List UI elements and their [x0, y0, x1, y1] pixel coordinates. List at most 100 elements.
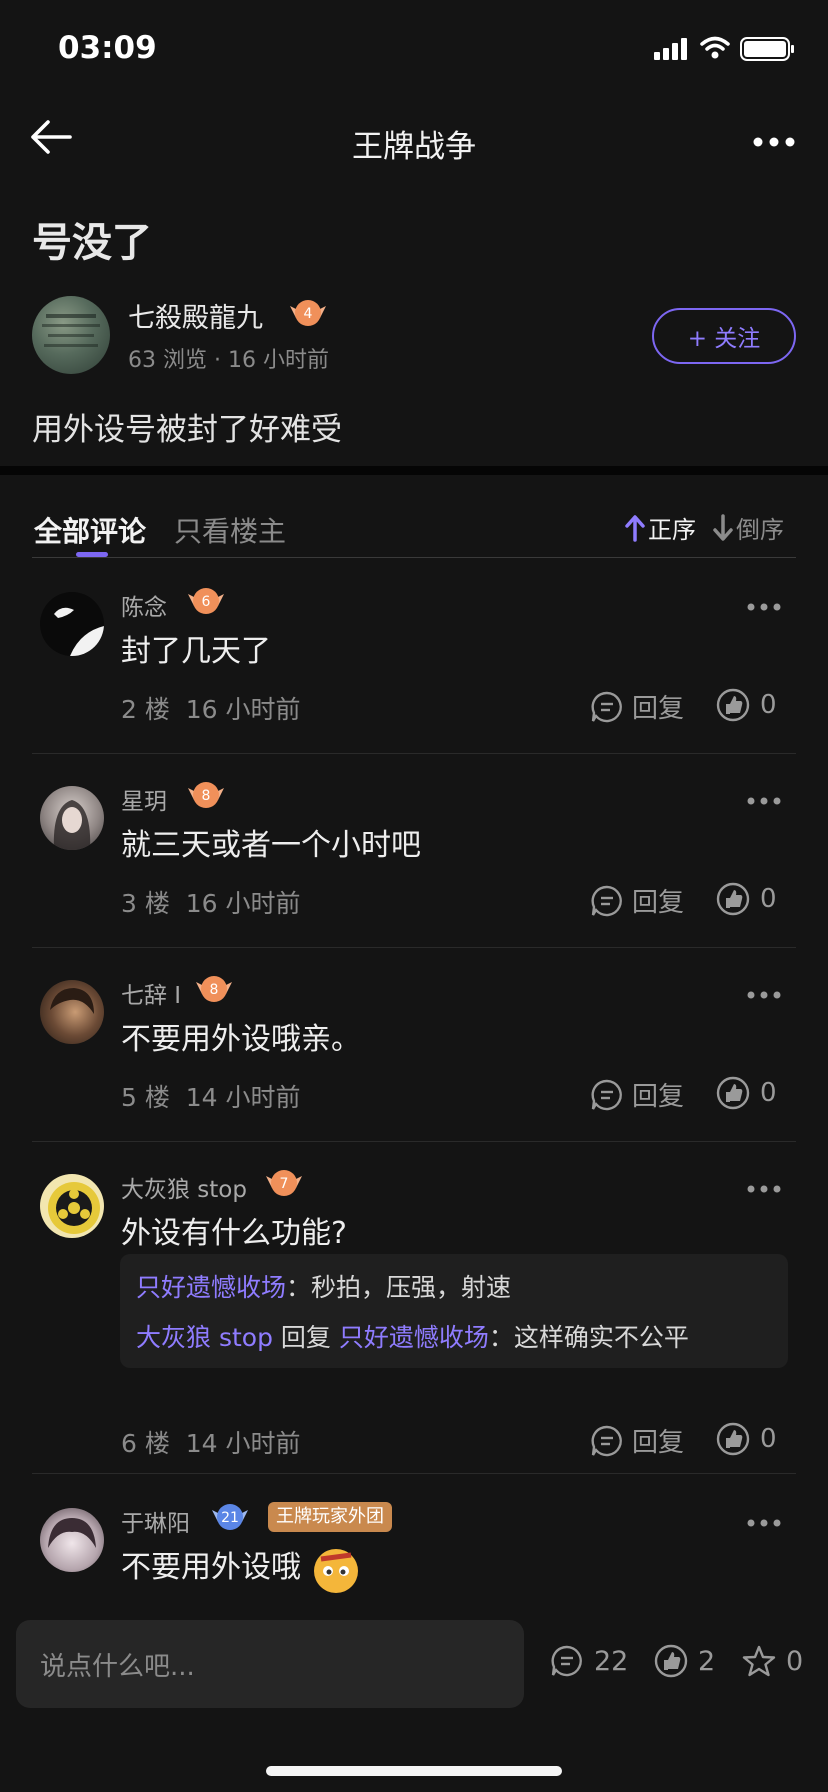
comment-icon	[551, 1645, 582, 1677]
star-icon	[742, 1645, 776, 1677]
commenter-avatar[interactable]	[40, 592, 104, 656]
home-indicator[interactable]	[266, 1766, 562, 1776]
commenter-name[interactable]: 星玥	[121, 782, 167, 816]
post-time: 16 小时前	[228, 348, 329, 373]
arrow-down-icon	[713, 513, 733, 541]
like-button[interactable]: 0	[716, 1422, 777, 1456]
comment-more-icon[interactable]	[746, 1518, 782, 1528]
reply-verb: 回复	[280, 1323, 331, 1352]
reply-button[interactable]: 回复	[590, 882, 684, 919]
group-tag: 王牌玩家外团	[268, 1502, 392, 1532]
more-options-icon[interactable]	[752, 136, 796, 148]
comment-more-icon[interactable]	[746, 796, 782, 806]
sort-desc-label: 倒序	[736, 516, 784, 544]
level-badge: 21	[208, 1500, 252, 1538]
svg-text:4: 4	[304, 306, 313, 322]
post-title: 号没了	[32, 220, 152, 266]
commenter-name[interactable]: 七辞 I	[121, 976, 181, 1010]
floor-number: 5 楼	[121, 1083, 170, 1112]
thumbs-up-icon	[716, 688, 750, 722]
comment-text: 不要用外设哦亲。	[121, 1022, 361, 1057]
svg-text:8: 8	[202, 788, 211, 804]
author-avatar[interactable]	[32, 296, 110, 374]
view-count: 63 浏览	[128, 348, 207, 373]
like-button[interactable]: 0	[716, 1076, 777, 1110]
reply-colon: ：	[488, 1323, 514, 1352]
reply-user[interactable]: 只好遗憾收场	[136, 1273, 286, 1302]
level-badge: 8	[184, 778, 228, 816]
section-divider	[0, 466, 828, 475]
commenter-name[interactable]: 于琳阳	[121, 1504, 190, 1538]
tab-owner-only[interactable]: 只看楼主	[174, 510, 286, 550]
reply-icon	[591, 885, 622, 916]
likes-count-button[interactable]: 2	[654, 1644, 715, 1678]
level-badge: 8	[192, 972, 236, 1010]
tab-all-comments[interactable]: 全部评论	[34, 510, 146, 550]
like-button[interactable]: 0	[716, 882, 777, 916]
stars-count: 0	[786, 1645, 804, 1677]
reply-user[interactable]: 大灰狼 stop	[136, 1323, 273, 1352]
commenter-avatar[interactable]	[40, 980, 104, 1044]
sort-asc-label: 正序	[648, 516, 696, 544]
comment-input[interactable]: 说点什么吧...	[16, 1620, 524, 1708]
post-meta: 63 浏览 · 16 小时前	[128, 342, 329, 374]
comment-more-icon[interactable]	[746, 602, 782, 612]
reply-label: 回复	[632, 888, 685, 918]
comment-item: 星玥 8 就三天或者一个小时吧 3 楼 16 小时前 回复 0	[0, 752, 828, 948]
arrow-up-icon	[625, 514, 645, 542]
sub-replies-box[interactable]: 只好遗憾收场：秒拍，压强，射速 大灰狼 stop 回复 只好遗憾收场：这样确实不…	[120, 1254, 788, 1368]
commenter-avatar[interactable]	[40, 786, 104, 850]
like-button[interactable]: 0	[716, 688, 777, 722]
post-body: 用外设号被封了好难受	[32, 412, 342, 448]
comment-item: 于琳阳 21 王牌玩家外团 不要用外设哦	[0, 1474, 828, 1600]
comments-count: 22	[594, 1645, 629, 1677]
svg-text:8: 8	[210, 982, 219, 998]
thumbs-up-icon	[716, 1422, 750, 1456]
floor-number: 3 楼	[121, 889, 170, 918]
commenter-avatar[interactable]	[40, 1174, 104, 1238]
svg-text:6: 6	[202, 594, 211, 610]
comment-text-content: 不要用外设哦	[121, 1550, 301, 1585]
thumbs-up-icon	[716, 1076, 750, 1110]
author-level-badge: 4	[286, 296, 330, 334]
reply-label: 回复	[632, 1428, 685, 1458]
comment-more-icon[interactable]	[746, 990, 782, 1000]
comment-floor-time: 6 楼 14 小时前	[121, 1424, 301, 1460]
floor-number: 6 楼	[121, 1429, 170, 1458]
commenter-name[interactable]: 大灰狼 stop	[121, 1170, 247, 1204]
comment-item: 大灰狼 stop 7 外设有什么功能? 只好遗憾收场：秒拍，压强，射速 大灰狼 …	[0, 1140, 828, 1474]
sort-descending-button[interactable]: 倒序	[712, 510, 784, 545]
battery-icon	[740, 37, 794, 61]
like-count: 0	[760, 884, 777, 914]
favorites-count-button[interactable]: 0	[742, 1644, 803, 1678]
reply-label: 回复	[632, 694, 685, 724]
follow-button[interactable]: + 关注	[652, 308, 796, 364]
reply-target[interactable]: 只好遗憾收场	[339, 1323, 489, 1352]
reply-button[interactable]: 回复	[590, 688, 684, 725]
comment-item: 陈念 6 封了几天了 2 楼 16 小时前 回复 0	[0, 558, 828, 754]
comment-text: 封了几天了	[121, 634, 271, 669]
status-time: 03:09	[58, 30, 157, 66]
commenter-avatar[interactable]	[40, 1508, 104, 1572]
reply-button[interactable]: 回复	[590, 1422, 684, 1459]
reply-icon	[591, 1079, 622, 1110]
comment-floor-time: 2 楼 16 小时前	[121, 690, 301, 726]
thumbs-up-icon	[654, 1644, 688, 1678]
comment-text: 外设有什么功能?	[121, 1216, 347, 1251]
like-count: 0	[760, 1424, 777, 1454]
comment-time: 14 小时前	[185, 1083, 301, 1112]
comment-time: 16 小时前	[185, 695, 301, 724]
reply-button[interactable]: 回复	[590, 1076, 684, 1113]
signal-icon	[654, 38, 687, 60]
reply-icon	[591, 1425, 622, 1456]
svg-text:21: 21	[221, 1510, 239, 1526]
sort-ascending-button[interactable]: 正序	[624, 510, 696, 545]
author-name[interactable]: 七殺殿龍九	[128, 296, 263, 335]
sub-reply: 只好遗憾收场：秒拍，压强，射速	[136, 1268, 511, 1304]
floor-number: 2 楼	[121, 695, 170, 724]
svg-text:7: 7	[280, 1176, 289, 1192]
comment-more-icon[interactable]	[746, 1184, 782, 1194]
comment-item: 七辞 I 8 不要用外设哦亲。 5 楼 14 小时前 回复 0	[0, 946, 828, 1142]
commenter-name[interactable]: 陈念	[121, 588, 167, 622]
comments-count-button[interactable]: 22	[550, 1644, 628, 1678]
